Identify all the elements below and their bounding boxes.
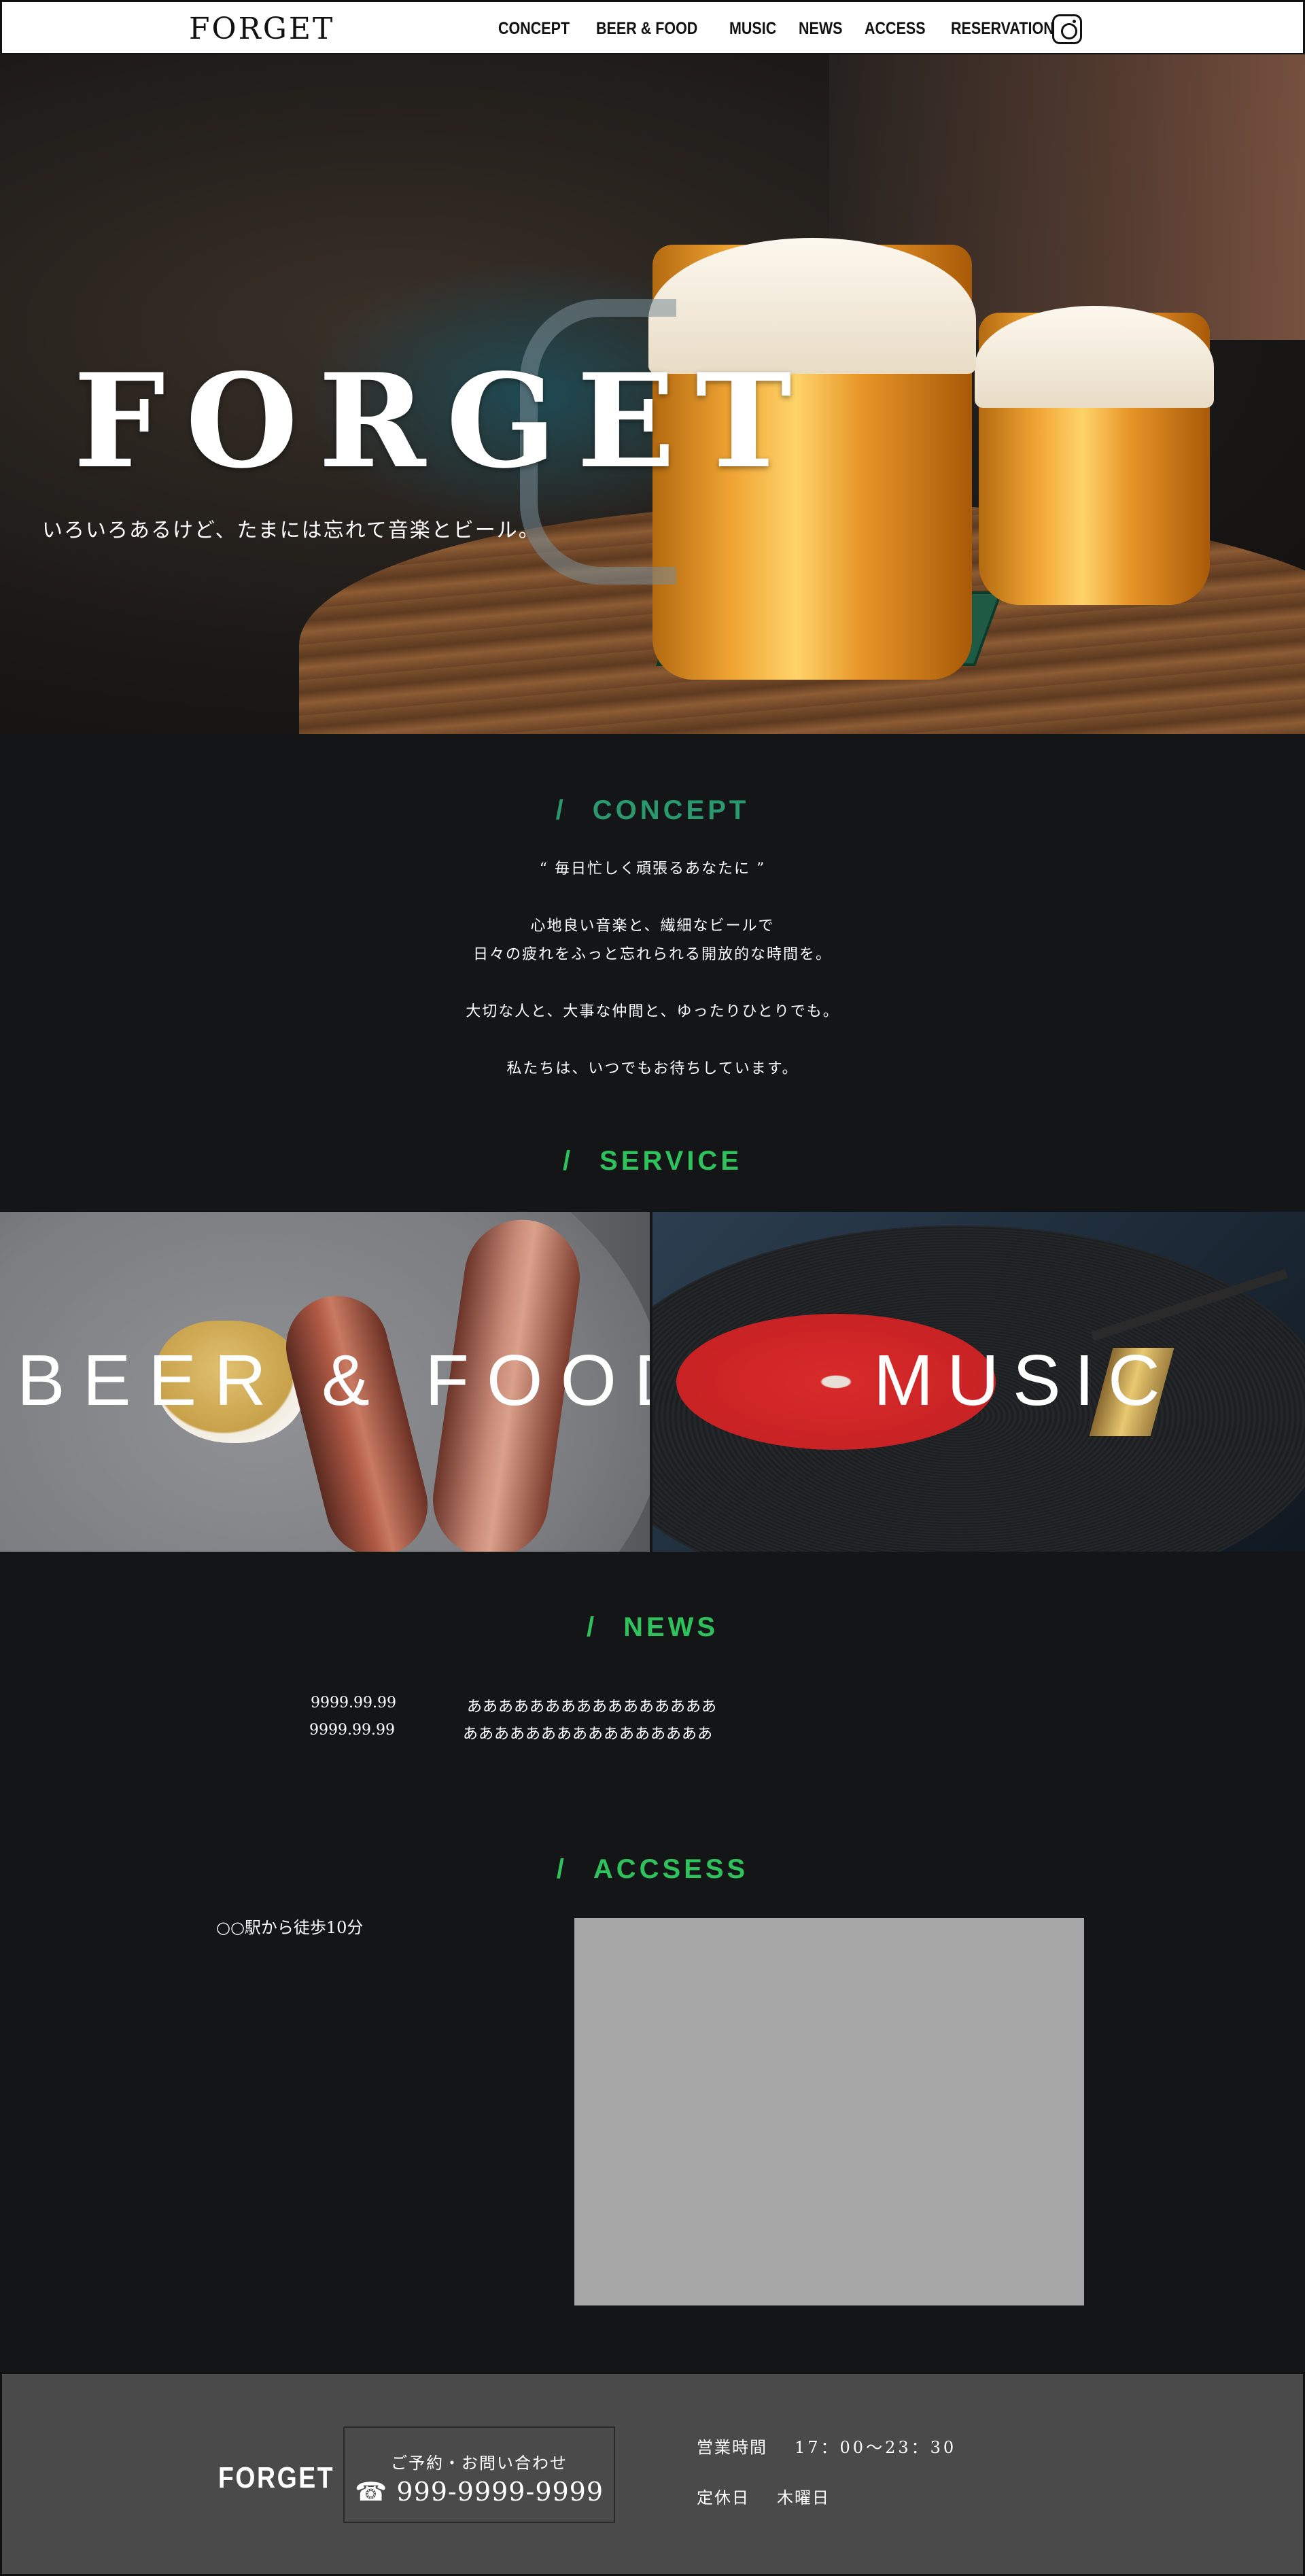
slash-decoration: / (562, 1146, 574, 1176)
nav-concept[interactable]: CONCEPT (498, 19, 570, 39)
service-music-label: MUSIC (873, 1340, 1174, 1421)
concept-line: 日々の疲れをふっと忘れられる開放的な時間を。 (472, 946, 832, 963)
concept-line: 心地良い音楽と、繊細なビールで (530, 918, 775, 935)
beer-mug-image (975, 306, 1214, 605)
nav-music[interactable]: MUSIC (729, 19, 776, 39)
news-title[interactable]: ああああああああああああああああ (463, 1722, 713, 1743)
service-beer-food-card[interactable]: BEER & FOOD (0, 1212, 650, 1552)
concept-line: 大切な人と、大事な仲間と、ゆったりひとりでも。 (466, 1003, 839, 1020)
contact-label: ご予約・お問い合わせ (391, 2454, 568, 2473)
hero-title: FORGET (73, 345, 812, 497)
concept-tagline: “ 毎日忙しく頑張るあなたに ” (539, 860, 766, 877)
main-nav: CONCEPT BEER & FOOD MUSIC NEWS ACCESS RE… (498, 2, 1071, 55)
hero-subtitle: いろいろあるけど、たまには忘れて音楽とビール。 (42, 519, 540, 542)
service-beer-food-label: BEER & FOOD (17, 1340, 650, 1421)
business-hours: 営業時間 17：00〜23：30 (697, 2434, 956, 2458)
phone-number[interactable]: ☎ 999-9999-9999 (345, 2477, 614, 2507)
closed-day: 定休日 木曜日 (697, 2484, 830, 2508)
slash-decoration: / (555, 795, 567, 825)
nav-reservation[interactable]: RESERVATION (951, 19, 1054, 39)
hero-section: FORGET いろいろあるけど、たまには忘れて音楽とビール。 (0, 54, 1305, 734)
nav-access[interactable]: ACCESS (865, 19, 926, 39)
slash-decoration: / (556, 1854, 568, 1884)
instagram-icon[interactable] (1052, 14, 1082, 44)
site-footer: FORGET ご予約・お問い合わせ ☎ 999-9999-9999 営業時間 17… (0, 2372, 1305, 2576)
news-title[interactable]: ああああああああああああああああ (467, 1694, 717, 1716)
map-placeholder[interactable] (574, 1918, 1084, 2305)
service-heading: / SERVICE (562, 1146, 742, 1176)
news-heading: / NEWS (586, 1612, 719, 1642)
footer-logo[interactable]: FORGET (218, 2461, 334, 2495)
hours-value: 17：00〜23：30 (795, 2438, 957, 2457)
contact-box[interactable]: ご予約・お問い合わせ ☎ 999-9999-9999 (343, 2426, 615, 2523)
nav-news[interactable]: NEWS (799, 19, 843, 39)
site-header: FORGET CONCEPT BEER & FOOD MUSIC NEWS AC… (0, 0, 1305, 54)
header-logo[interactable]: FORGET (189, 9, 334, 50)
concept-heading: / CONCEPT (555, 795, 750, 825)
access-heading: / ACCSESS (556, 1854, 749, 1884)
closed-value: 木曜日 (777, 2488, 830, 2507)
hours-label: 営業時間 (697, 2438, 767, 2457)
nav-beer-food[interactable]: BEER & FOOD (596, 19, 697, 39)
concept-line: 私たちは、いつでもお待ちしています。 (506, 1060, 799, 1077)
news-date: 9999.99.99 (311, 1694, 396, 1711)
access-directions: ○○駅から徒歩10分 (216, 1918, 364, 1937)
slash-decoration: / (586, 1612, 598, 1642)
service-music-card[interactable]: MUSIC (652, 1212, 1305, 1552)
phone-icon: ☎ (354, 2477, 388, 2507)
closed-label: 定休日 (697, 2488, 750, 2507)
news-date: 9999.99.99 (309, 1722, 395, 1739)
